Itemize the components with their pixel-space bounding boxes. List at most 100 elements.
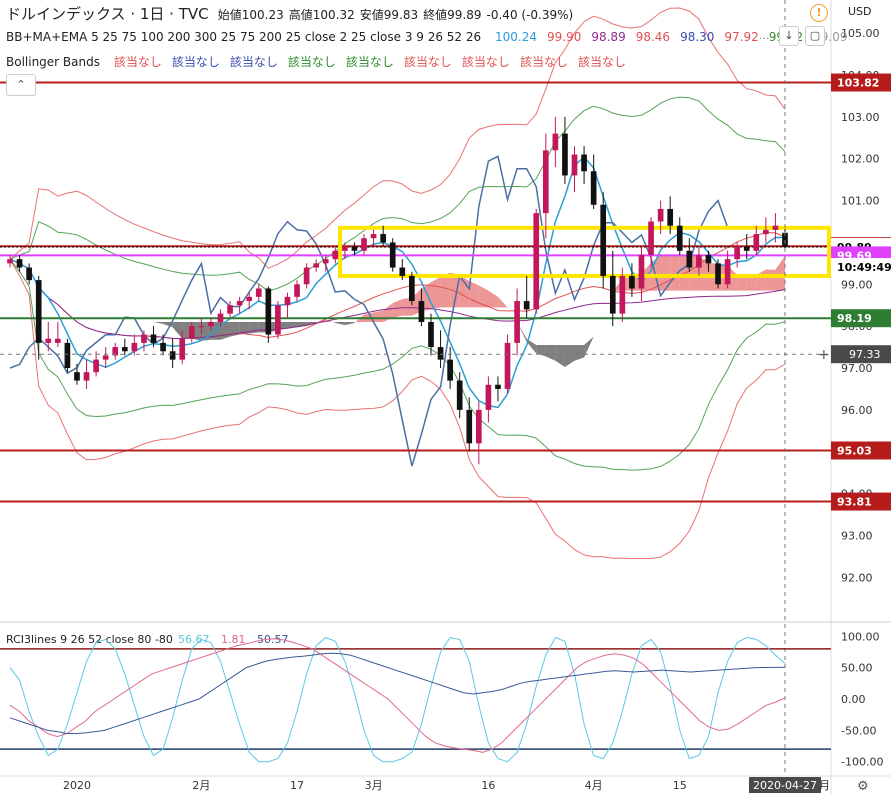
y-tick-label: 96.00 (841, 404, 873, 417)
y-tick-label: 97.00 (841, 362, 873, 375)
candle-body (275, 305, 281, 335)
chart-svg: 105.00104.00103.00102.00101.00100.0099.0… (0, 0, 891, 794)
candle-body (629, 275, 635, 289)
candle-body (7, 259, 13, 264)
candle-body (485, 384, 492, 410)
ohlc-value: 99.83 (383, 8, 419, 22)
candle-body (409, 275, 415, 302)
crosshair-plus-icon: + (818, 347, 830, 363)
chart-stage: 105.00104.00103.00102.00101.00100.0099.0… (0, 0, 891, 794)
candle-body (93, 359, 99, 373)
move-down-button[interactable]: ↓ (779, 26, 799, 46)
candle-body (609, 275, 616, 314)
ichimoku-cloud-segment (545, 344, 556, 361)
candle-body (102, 355, 109, 360)
candle-body (600, 204, 607, 276)
candle-body (246, 296, 253, 302)
candle-body (552, 133, 559, 151)
ichimoku-cloud-segment (574, 344, 585, 361)
bollinger-value: 該当なし (229, 55, 278, 69)
candle-body (236, 301, 243, 306)
bollinger-value: 該当なし (577, 55, 626, 69)
ichimoku-cloud-segment (76, 263, 87, 270)
indicator1-value: 98.89 (591, 30, 626, 44)
alert-icon[interactable]: ! (810, 4, 828, 22)
ichimoku-cloud-segment (756, 269, 766, 291)
candle-body (437, 347, 444, 360)
candle-body (676, 225, 683, 251)
candle-body (638, 254, 645, 289)
candle-body (351, 246, 358, 251)
ohlc-value: 100.23 (241, 8, 284, 22)
indicator1-value: 98.30 (680, 30, 715, 44)
ichimoku-cloud-segment (555, 344, 565, 367)
candle-body (418, 301, 425, 322)
candle-body (227, 305, 233, 314)
y-tick-label: 92.00 (841, 571, 873, 584)
rci-y-tick-label: 0.00 (841, 693, 866, 706)
more-values-icon[interactable]: ··· (759, 32, 770, 45)
ohlc-label: 始値 (217, 8, 242, 22)
rci-legend-value: 56.67 (178, 633, 210, 646)
bollinger-label: Bollinger Bands (6, 55, 100, 69)
rci-series-line (9, 636, 786, 763)
cursor-price-label: 97.33 (849, 348, 881, 361)
ohlc-values: 始値100.23 高値100.32 安値99.83 終値99.89 -0.40 (-0.… (213, 8, 573, 23)
candle-body (121, 347, 128, 352)
y-tick-label: 103.00 (841, 111, 880, 124)
candle-body (35, 280, 42, 343)
candle-body (284, 296, 291, 306)
collapse-legend-button[interactable]: ⌃ (6, 74, 36, 96)
indicator1-value: 97.92 (724, 30, 759, 44)
candle-body (303, 267, 310, 285)
candle-body (571, 154, 578, 176)
ichimoku-cloud-segment (335, 321, 345, 326)
candle-body (294, 284, 300, 297)
bollinger-value: 該当なし (519, 55, 568, 69)
ohlc-value: 100.32 (312, 8, 355, 22)
rci-y-tick-label: 100.00 (841, 630, 880, 643)
rci-legend-value: 1.81 (221, 633, 246, 646)
ohlc-label: 高値 (288, 8, 313, 22)
candle-body (734, 246, 740, 260)
ichimoku-cloud-segment (440, 272, 451, 308)
candle-body (743, 246, 750, 251)
indicator1-value: 98.46 (635, 30, 671, 44)
candle-body (217, 313, 224, 322)
candle-body (475, 409, 482, 444)
ichimoku-cloud-segment (153, 321, 164, 325)
candle-body (667, 208, 674, 226)
bollinger-value: 該当なし (345, 55, 394, 69)
ichimoku-cloud-segment (564, 344, 575, 367)
indicator1-legend[interactable]: BB+MA+EMA 5 25 75 100 200 300 25 75 200 … (6, 30, 858, 44)
x-tick-label: 2020 (63, 779, 91, 792)
candle-body (504, 342, 511, 389)
bollinger-legend[interactable]: Bollinger Bands 該当なし 該当なし 該当なし 該当なし 該当なし 該当なし… (6, 53, 636, 70)
candle-body (533, 213, 540, 310)
candle-body (361, 238, 367, 251)
candle-body (686, 250, 693, 268)
candle-body (74, 372, 80, 381)
candle-body (724, 259, 731, 285)
candle-body (648, 221, 654, 255)
rci-series-line (9, 652, 786, 734)
ichimoku-cloud-segment (497, 296, 508, 308)
candle-body (188, 326, 195, 339)
candle-body (83, 372, 90, 381)
bollinger-value: 該当なし (287, 55, 336, 69)
x-tick-label: 4月 (585, 779, 603, 792)
x-tick-label: 16 (481, 779, 495, 792)
ichimoku-cloud-segment (344, 321, 355, 326)
rci-title: RCI3lines 9 26 52 close 80 -80 (6, 633, 173, 646)
candle-body (313, 263, 320, 268)
level-price-badge: 93.81 (837, 496, 872, 509)
ichimoku-cloud-segment (67, 261, 77, 264)
maximize-pane-button[interactable]: ▢ (805, 26, 825, 46)
indicator1-label: BB+MA+EMA 5 25 75 100 200 300 25 75 200 … (6, 30, 482, 44)
y-tick-label: 99.00 (841, 278, 873, 291)
x-tick-label: 月 (819, 779, 830, 792)
symbol-title: ドルインデックス · 1日 · TVC (6, 5, 209, 23)
ichimoku-cloud-segment (373, 310, 384, 322)
ichimoku-cloud-segment (172, 321, 183, 339)
y-tick-label: 93.00 (841, 529, 873, 542)
